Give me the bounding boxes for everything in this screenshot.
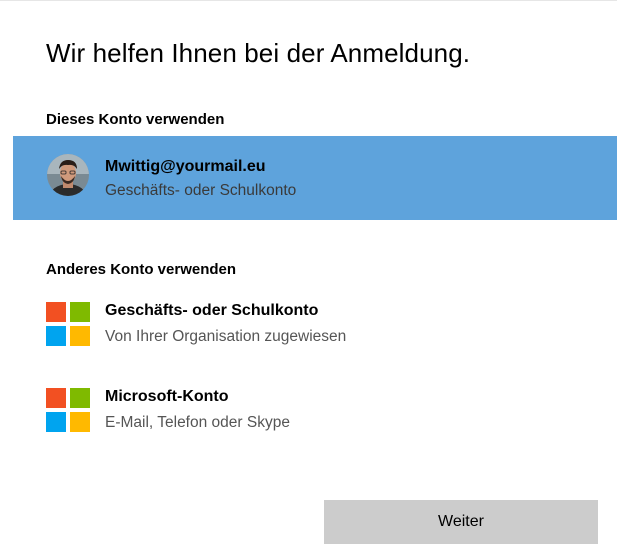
- option-subtitle: E-Mail, Telefon oder Skype: [105, 414, 290, 431]
- next-button[interactable]: Weiter: [324, 500, 598, 544]
- avatar: [47, 154, 89, 196]
- current-account-row[interactable]: Mwittig@yourmail.eu Geschäfts- oder Schu…: [13, 136, 617, 220]
- microsoft-logo-icon: [46, 302, 90, 346]
- option-title: Microsoft-Konto: [105, 388, 229, 405]
- microsoft-logo-icon: [46, 388, 90, 432]
- work-school-account-option[interactable]: Geschäfts- oder Schulkonto Von Ihrer Org…: [13, 288, 617, 364]
- option-title: Geschäfts- oder Schulkonto: [105, 302, 319, 319]
- microsoft-account-option[interactable]: Microsoft-Konto E-Mail, Telefon oder Sky…: [13, 374, 617, 450]
- account-email: Mwittig@yourmail.eu: [105, 158, 266, 175]
- account-type: Geschäfts- oder Schulkonto: [105, 182, 297, 199]
- sign-in-dialog: Wir helfen Ihnen bei der Anmeldung. Dies…: [0, 0, 617, 555]
- dialog-top-edge: [0, 0, 617, 10]
- use-this-account-label: Dieses Konto verwenden: [46, 111, 225, 128]
- avatar-photo-icon: [47, 154, 89, 196]
- dialog-title: Wir helfen Ihnen bei der Anmeldung.: [46, 38, 471, 68]
- option-subtitle: Von Ihrer Organisation zugewiesen: [105, 328, 347, 345]
- other-account-label: Anderes Konto verwenden: [46, 261, 237, 278]
